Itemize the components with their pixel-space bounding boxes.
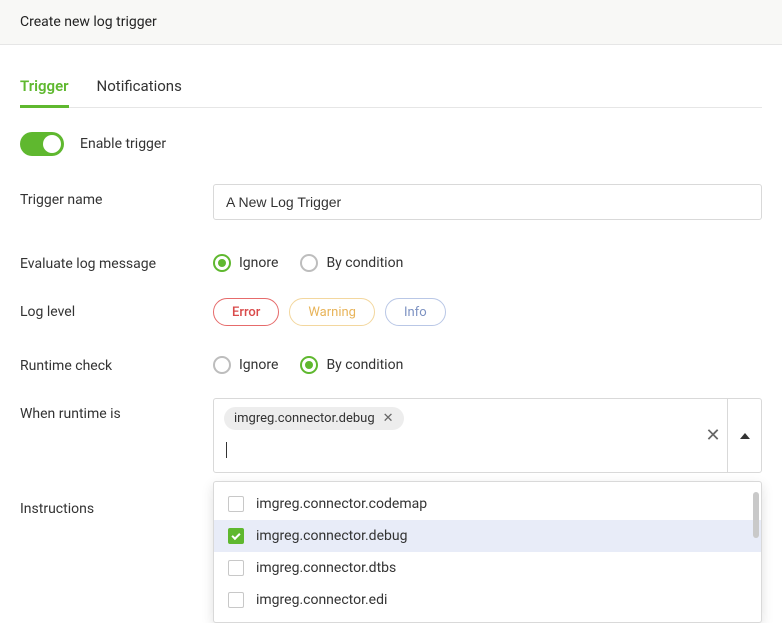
runtime-token: imgreg.connector.debug ✕ (224, 407, 404, 430)
radio-icon (213, 254, 231, 272)
radio-icon (300, 356, 318, 374)
token-label: imgreg.connector.debug (234, 411, 375, 426)
runtime-check-row: Runtime check Ignore By condition (20, 350, 762, 374)
radio-label: By condition (326, 357, 403, 373)
dropdown-scrollbar[interactable] (753, 492, 759, 612)
runtime-dropdown: imgreg.connector.codemap imgreg.connecto… (213, 481, 762, 623)
log-level-row: Log level Error Warning Info (20, 296, 762, 326)
runtime-check-label: Runtime check (20, 350, 213, 374)
runtime-option[interactable]: imgreg.connector.debug (214, 520, 761, 552)
trigger-name-row: Trigger name (20, 184, 762, 220)
enable-trigger-toggle[interactable] (20, 132, 64, 156)
page-title: Create new log trigger (20, 14, 157, 30)
runtime-option[interactable]: imgreg.connector.codemap (214, 488, 761, 520)
checkbox-icon (228, 496, 244, 512)
runtime-check-condition-radio[interactable]: By condition (300, 356, 403, 374)
runtime-option[interactable]: imgreg.connector.edi (214, 584, 761, 616)
scrollbar-thumb[interactable] (753, 492, 759, 538)
content-area: Trigger Notifications Enable trigger Tri… (0, 45, 782, 517)
toggle-knob (43, 135, 61, 153)
runtime-tag-input[interactable]: imgreg.connector.debug ✕ ✕ (213, 398, 762, 473)
radio-icon (213, 356, 231, 374)
tab-trigger[interactable]: Trigger (20, 69, 69, 107)
chip-label: Error (232, 305, 260, 320)
runtime-option[interactable]: imgreg.connector.dtbs (214, 552, 761, 584)
chip-label: Warning (308, 305, 356, 320)
trigger-name-input[interactable] (213, 184, 762, 220)
log-level-error-chip[interactable]: Error (213, 298, 279, 326)
tab-notifications[interactable]: Notifications (97, 69, 182, 107)
log-level-info-chip[interactable]: Info (385, 298, 446, 326)
token-remove-icon[interactable]: ✕ (383, 412, 394, 425)
tab-label: Trigger (20, 77, 69, 95)
instructions-label: Instructions (20, 493, 213, 517)
log-level-label: Log level (20, 296, 213, 320)
chip-label: Info (404, 305, 427, 320)
trigger-name-label: Trigger name (20, 184, 213, 208)
page-header: Create new log trigger (0, 0, 782, 45)
text-caret (226, 442, 227, 458)
runtime-controls: ✕ (699, 399, 761, 472)
option-label: imgreg.connector.codemap (256, 496, 427, 512)
collapse-button[interactable] (727, 399, 761, 472)
checkbox-icon (228, 592, 244, 608)
checkbox-icon (228, 528, 244, 544)
evaluate-log-condition-radio[interactable]: By condition (300, 254, 403, 272)
radio-label: Ignore (239, 357, 278, 373)
enable-trigger-label: Enable trigger (80, 136, 166, 152)
option-label: imgreg.connector.debug (256, 528, 407, 544)
evaluate-log-label: Evaluate log message (20, 248, 213, 272)
when-runtime-row: When runtime is imgreg.connector.debug ✕… (20, 398, 762, 473)
evaluate-log-row: Evaluate log message Ignore By condition (20, 248, 762, 272)
enable-trigger-row: Enable trigger (20, 132, 762, 156)
tab-bar: Trigger Notifications (20, 69, 762, 108)
option-label: imgreg.connector.edi (256, 592, 387, 608)
radio-label: By condition (326, 255, 403, 271)
radio-label: Ignore (239, 255, 278, 271)
clear-icon[interactable]: ✕ (699, 425, 727, 446)
evaluate-log-ignore-radio[interactable]: Ignore (213, 254, 278, 272)
radio-icon (300, 254, 318, 272)
tab-label: Notifications (97, 77, 182, 95)
when-runtime-label: When runtime is (20, 398, 213, 422)
checkbox-icon (228, 560, 244, 576)
option-label: imgreg.connector.dtbs (256, 560, 396, 576)
runtime-check-ignore-radio[interactable]: Ignore (213, 356, 278, 374)
runtime-tag-area[interactable]: imgreg.connector.debug ✕ (214, 399, 699, 472)
chevron-up-icon (740, 433, 750, 439)
log-level-warning-chip[interactable]: Warning (289, 298, 375, 326)
